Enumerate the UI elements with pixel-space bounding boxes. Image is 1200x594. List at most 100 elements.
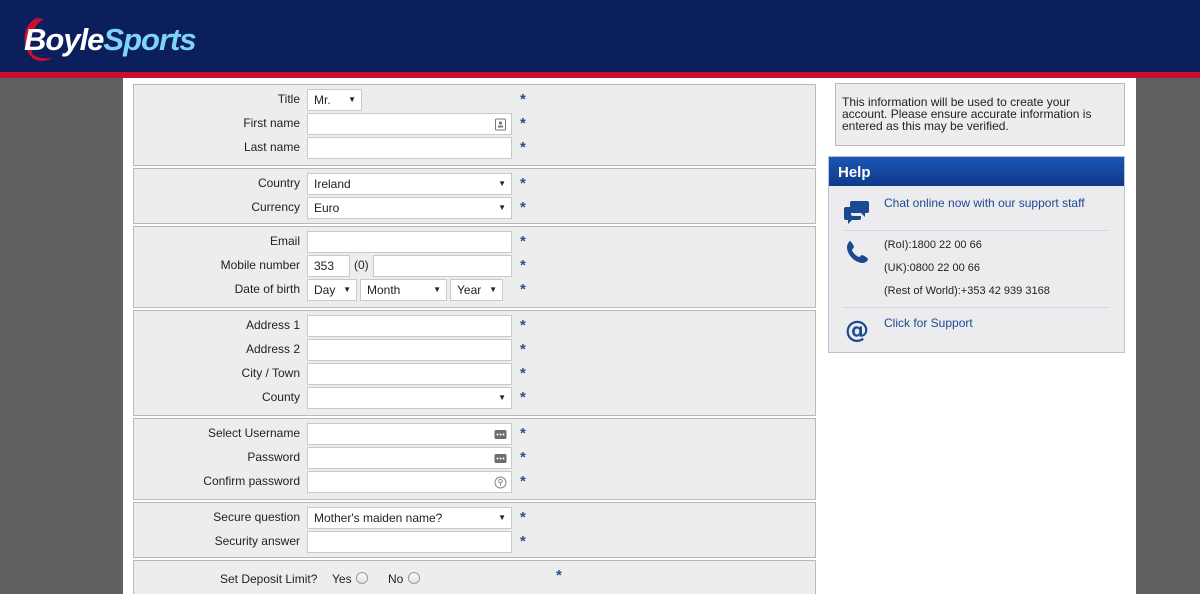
country-select[interactable]: Ireland ▼ xyxy=(307,173,512,195)
row-country: Country Ireland ▼ * xyxy=(134,173,817,195)
row-deposit-limit: Set Deposit Limit? Yes No * xyxy=(134,567,817,591)
row-county: County ▼ * xyxy=(134,387,817,409)
row-title: Title Mr. ▼ * xyxy=(134,89,817,111)
required-star: * xyxy=(520,341,526,358)
contact-card-icon xyxy=(495,118,506,131)
phone-icon xyxy=(847,241,868,263)
security-answer-input[interactable] xyxy=(307,531,512,553)
title-label: Title xyxy=(277,92,300,106)
mobile-number-input[interactable] xyxy=(373,255,512,277)
registration-page: Title Mr. ▼ * First name * Last name * C… xyxy=(123,78,1136,594)
section-personal: Title Mr. ▼ * First name * Last name * xyxy=(133,84,816,166)
address2-input[interactable] xyxy=(307,339,512,361)
phone-uk: (UK):0800 22 00 66 xyxy=(884,262,981,274)
row-secure-question: Secure question Mother's maiden name? ▼ … xyxy=(134,507,817,529)
city-input[interactable] xyxy=(307,363,512,385)
password-input[interactable] xyxy=(307,447,512,469)
address1-input[interactable] xyxy=(307,315,512,337)
email-input[interactable] xyxy=(307,231,512,253)
first-name-input[interactable] xyxy=(307,113,512,135)
required-star: * xyxy=(520,317,526,334)
phone-rest-of-world: (Rest of World):+353 42 939 3168 xyxy=(884,285,1050,297)
chevron-down-icon: ▼ xyxy=(343,285,351,294)
row-city: City / Town * xyxy=(134,363,817,385)
required-star: * xyxy=(520,533,526,550)
section-deposit-limit: Set Deposit Limit? Yes No * xyxy=(133,560,816,594)
required-star: * xyxy=(520,509,526,526)
row-confirm-password: Confirm password * xyxy=(134,471,817,493)
click-for-support-link[interactable]: Click for Support xyxy=(884,316,973,330)
username-input[interactable] xyxy=(307,423,512,445)
required-star: * xyxy=(556,567,562,584)
county-label: County xyxy=(261,390,300,404)
at-sign-icon[interactable]: @ xyxy=(843,316,871,344)
email-label: Email xyxy=(269,234,300,248)
county-select[interactable]: ▼ xyxy=(307,387,512,409)
currency-select[interactable]: Euro ▼ xyxy=(307,197,512,219)
row-email: Email * xyxy=(134,231,817,253)
info-notice-text: This information will be used to create … xyxy=(842,95,1092,133)
title-select-value: Mr. xyxy=(314,93,331,107)
section-contact: Email * Mobile number 353 (0) * Date of … xyxy=(133,226,816,308)
confirm-password-input[interactable] xyxy=(307,471,512,493)
required-star: * xyxy=(520,199,526,216)
svg-text:@: @ xyxy=(845,316,869,344)
title-select[interactable]: Mr. ▼ xyxy=(307,89,362,111)
secure-question-value: Mother's maiden name? xyxy=(314,511,443,525)
password-manager-icon xyxy=(494,454,507,463)
logo-word-sports: Sports xyxy=(103,22,196,57)
chevron-down-icon: ▼ xyxy=(498,203,506,212)
row-currency: Currency Euro ▼ * xyxy=(134,197,817,219)
mobile-prefix-input[interactable]: 353 xyxy=(307,255,350,277)
row-password: Password * xyxy=(134,447,817,469)
required-star: * xyxy=(520,389,526,406)
deposit-no-label: No xyxy=(388,572,404,586)
first-name-label: First name xyxy=(243,116,300,130)
required-star: * xyxy=(520,425,526,442)
chevron-down-icon: ▼ xyxy=(433,285,441,294)
mobile-label: Mobile number xyxy=(220,258,300,272)
address1-label: Address 1 xyxy=(245,318,300,332)
country-select-value: Ireland xyxy=(314,177,351,191)
country-label: Country xyxy=(257,176,300,190)
security-answer-label: Security answer xyxy=(214,534,300,548)
mobile-prefix-value: 353 xyxy=(314,259,335,273)
row-username: Select Username * xyxy=(134,423,817,445)
deposit-limit-label: Set Deposit Limit? xyxy=(220,572,318,586)
logo-text: BoyleSports xyxy=(24,22,197,58)
required-star: * xyxy=(520,139,526,156)
chat-bubbles-icon[interactable] xyxy=(843,198,871,226)
help-panel: Help Chat online now with our support st… xyxy=(828,156,1125,353)
deposit-no-radio[interactable] xyxy=(408,572,420,584)
phone-roi: (RoI):1800 22 00 66 xyxy=(884,239,982,251)
deposit-yes-radio[interactable] xyxy=(356,572,368,584)
currency-label: Currency xyxy=(251,200,300,214)
help-divider xyxy=(843,307,1109,308)
required-star: * xyxy=(520,365,526,382)
dob-month-select[interactable]: Month ▼ xyxy=(360,279,447,301)
chevron-down-icon: ▼ xyxy=(348,95,356,104)
last-name-label: Last name xyxy=(243,140,300,154)
required-star: * xyxy=(520,257,526,274)
password-manager-icon xyxy=(494,430,507,439)
dob-year-select[interactable]: Year ▼ xyxy=(450,279,503,301)
secure-question-select[interactable]: Mother's maiden name? ▼ xyxy=(307,507,512,529)
logo-word-boyle: Boyle xyxy=(24,22,104,57)
help-divider xyxy=(843,230,1109,231)
currency-select-value: Euro xyxy=(314,201,340,215)
boylesports-logo[interactable]: BoyleSports xyxy=(22,14,222,64)
row-security-answer: Security answer * xyxy=(134,531,817,553)
help-title: Help xyxy=(829,157,1124,186)
secure-question-label: Secure question xyxy=(213,510,300,524)
deposit-yes-label: Yes xyxy=(332,572,352,586)
password-label: Password xyxy=(247,450,300,464)
row-first-name: First name * xyxy=(134,113,817,135)
section-locale: Country Ireland ▼ * Currency Euro ▼ * xyxy=(133,168,816,224)
info-notice: This information will be used to create … xyxy=(835,83,1125,146)
required-star: * xyxy=(520,449,526,466)
address2-label: Address 2 xyxy=(245,342,300,356)
dob-day-select[interactable]: Day ▼ xyxy=(307,279,357,301)
chat-online-link[interactable]: Chat online now with our support staff xyxy=(884,196,1085,210)
dob-day-value: Day xyxy=(314,283,336,297)
last-name-input[interactable] xyxy=(307,137,512,159)
